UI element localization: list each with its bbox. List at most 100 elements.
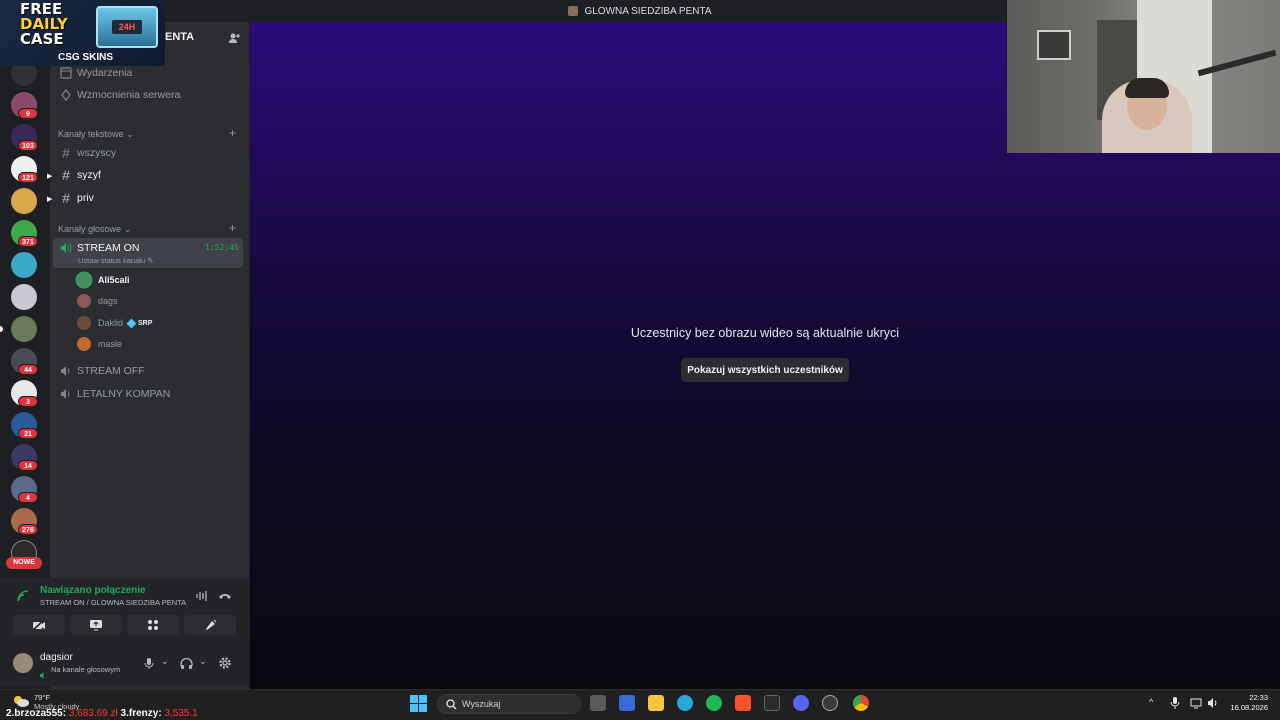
server-badge: 4 [18,492,38,503]
network-icon[interactable] [1190,697,1202,709]
server-badge: 3 [18,396,38,407]
window-title: GLOWNA SIEDZIBA PENTA [584,5,712,17]
srp-badge: SRP [126,318,153,328]
server-icon-8[interactable] [11,284,37,310]
camera-off-icon [32,619,45,631]
avatar [77,316,91,330]
ticker-value: 3,683.69 zł [68,708,118,719]
avatar[interactable] [13,653,33,673]
voice-user-name: masle [98,339,123,349]
obs-icon[interactable] [822,695,838,711]
speaker-icon [61,243,72,253]
case-label: 24H [112,20,142,34]
pencil-icon: ✎ [147,256,154,265]
streamer-hair [1125,78,1169,98]
activities-button[interactable] [127,615,179,635]
disconnect-icon[interactable] [218,591,232,601]
user-panel [0,640,249,686]
server-icon-5[interactable] [11,188,37,214]
invite-icon[interactable] [228,32,240,44]
username[interactable]: dagsior [40,652,73,663]
task-view-icon[interactable] [590,695,606,711]
chevron-up-icon[interactable]: ^ [1149,697,1153,707]
signal-icon[interactable] [16,589,30,603]
clock-date: 16.08.2026 [1230,703,1268,712]
voice-user[interactable]: dags [77,293,118,309]
user-status: Na kanale głosowym [51,665,121,674]
voice-user-name: dags [98,296,118,306]
avatar [77,337,91,351]
webcam-overlay [1007,0,1280,153]
taskbar-search[interactable]: Wyszukaj [437,694,581,714]
srp-label: SRP [138,319,153,327]
server-icon-9[interactable] [11,316,37,342]
voice-user[interactable]: masle [77,336,122,352]
channel-wszyscy[interactable]: # wszyscy [58,143,116,163]
unread-arrow: ▶ [47,196,53,203]
server-name[interactable]: ENTA [165,31,194,43]
text-category-header[interactable]: Kanały tekstowe ⌄ [58,129,134,140]
ticker-value: 3,535.1 [164,708,198,719]
channel-priv[interactable]: # priv [58,188,94,208]
microphone-icon[interactable] [1170,697,1180,709]
speaker-icon [61,389,70,399]
volume-icon[interactable] [1207,697,1219,709]
server-badge: 121 [18,172,38,183]
voice-user-name: Ali5cali [98,275,130,285]
voice-user[interactable]: Ali5cali [77,272,130,288]
add-text-channel-icon[interactable]: + [229,126,236,140]
promo-text: FREE DAILY CASE [20,2,68,47]
add-voice-channel-icon[interactable]: + [229,221,236,235]
chevron-down-icon: ⌄ [123,224,132,234]
noise-suppression-icon[interactable] [195,590,209,602]
connection-channel[interactable]: STREAM ON / GLOWNA SIEDZIBA PENTA [40,598,186,607]
taskbar-clock[interactable]: 22:33 16.08.2026 [1226,693,1268,713]
channel-syzyf[interactable]: # syzyf [58,165,101,185]
calendar-icon [60,67,72,79]
show-all-participants-button[interactable]: Pokazuj wszystkich uczestników [681,358,849,382]
chevron-down-icon: ⌄ [126,129,134,139]
gear-icon[interactable] [218,656,232,670]
edge-icon[interactable] [677,695,693,711]
boost-icon [61,89,71,101]
weather-cloud-icon[interactable] [12,694,30,708]
screenshare-button[interactable] [70,615,122,635]
server-badge: 278 [18,524,38,535]
connection-status[interactable]: Nawiązano połączenie [40,585,146,596]
search-placeholder: Wyszukaj [462,699,501,709]
microphone-icon[interactable] [143,657,155,670]
hash-icon: # [62,145,70,161]
voice-channel-stream-off[interactable]: STREAM OFF [58,361,145,381]
wall-picture [1037,30,1071,60]
server-icon-7[interactable] [11,252,37,278]
store-icon[interactable] [619,695,635,711]
boosts-label: Wzmocnienia serwera [77,89,181,101]
voice-channel-letalny[interactable]: LETALNY KOMPAN [58,384,170,404]
discord-icon[interactable] [793,695,809,711]
server-badge: 21 [18,428,38,439]
camera-button[interactable] [13,615,65,635]
soundboard-button[interactable] [184,615,236,635]
channel-label: wszyscy [77,147,117,159]
hash-icon: # [62,190,70,206]
xbox-icon[interactable] [764,695,780,711]
avatar [77,294,91,308]
channel-status-link[interactable]: Ustaw status kanału ✎ [78,256,154,265]
headphones-icon[interactable] [180,657,193,670]
chevron-down-icon[interactable]: ⌄ [199,656,207,667]
avatar [77,273,91,287]
brave-icon[interactable] [735,695,751,711]
boosts-item[interactable]: Wzmocnienia serwera [58,85,180,105]
diamond-icon [126,318,137,328]
windows-start-icon[interactable] [410,695,427,712]
chrome-icon[interactable] [853,695,869,711]
voice-channel-label: STREAM ON [77,242,140,254]
file-explorer-icon[interactable] [648,695,664,711]
promo-line: CASE [20,30,64,48]
events-item[interactable]: Wydarzenia [58,63,132,83]
weather-temp: 79°F [34,693,50,702]
voice-user[interactable]: Daklid SRP [77,315,152,331]
chevron-down-icon[interactable]: ⌄ [161,656,169,667]
voice-category-header[interactable]: Kanały głosowe ⌄ [58,224,131,235]
spotify-icon[interactable] [706,695,722,711]
